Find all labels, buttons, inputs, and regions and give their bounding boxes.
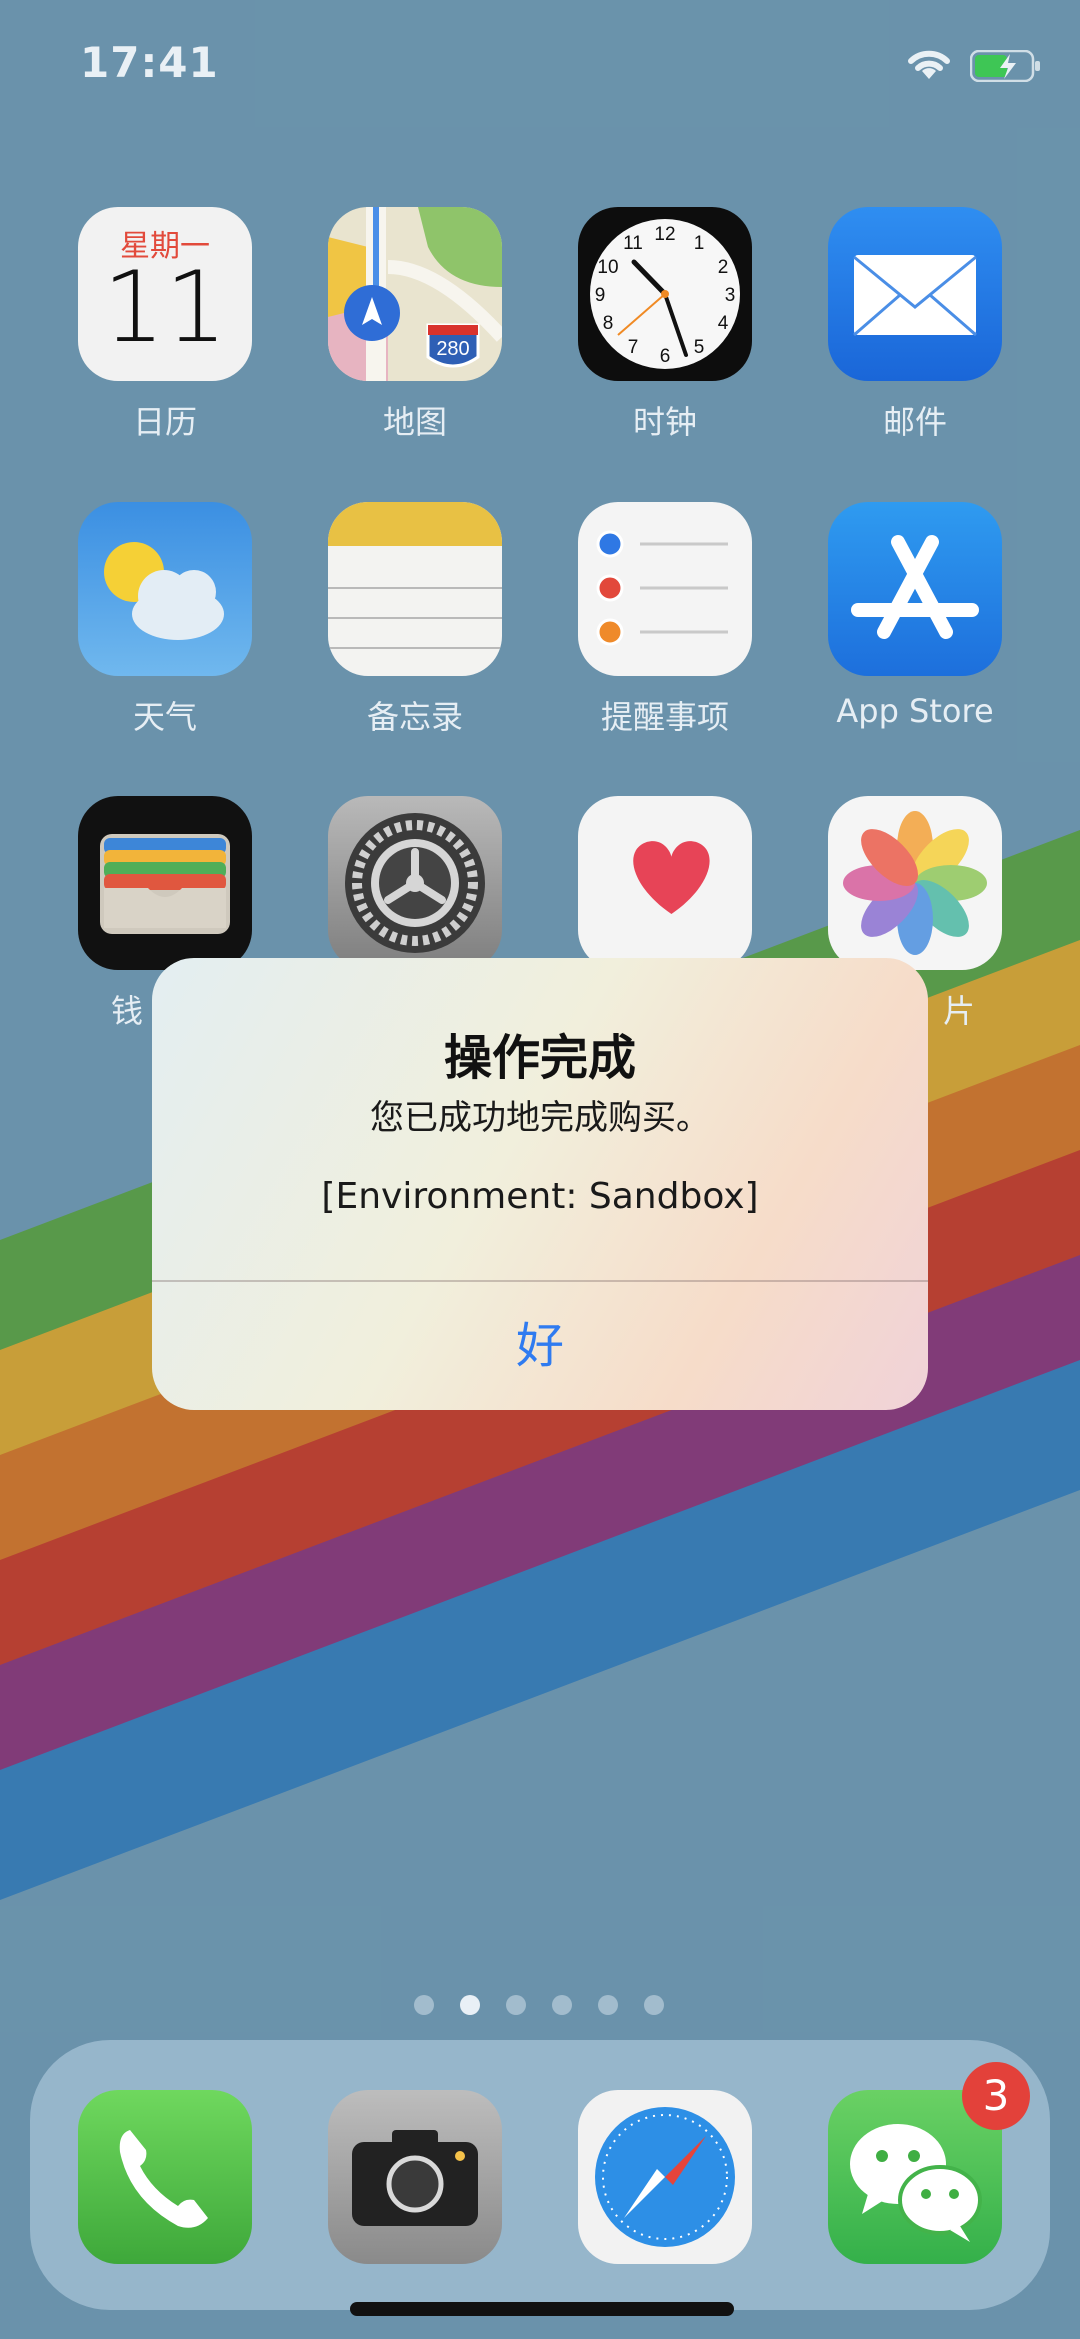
app-label: 备忘录 [366, 698, 463, 736]
svg-text:12: 12 [654, 224, 675, 245]
app-settings[interactable] [328, 796, 502, 970]
app-photos[interactable]: 片 [828, 796, 1002, 1030]
mail-icon [828, 207, 1002, 381]
page-dot [644, 1995, 664, 2015]
wallet-icon [78, 796, 252, 970]
svg-text:11: 11 [623, 233, 643, 254]
status-time: 17:41 [80, 38, 219, 87]
svg-text:3: 3 [725, 285, 736, 306]
svg-text:9: 9 [595, 285, 606, 306]
app-mail[interactable]: 邮件 [828, 207, 1002, 441]
svg-text:8: 8 [603, 313, 614, 334]
alert-title: 操作完成 [443, 1030, 636, 1086]
app-label: 提醒事项 [600, 698, 729, 736]
photos-icon [828, 796, 1002, 970]
phone-icon [119, 2130, 208, 2228]
app-reminders[interactable]: 提醒事项 [578, 502, 752, 736]
app-wallet[interactable]: 钱 [78, 796, 252, 1030]
page-indicator[interactable] [414, 1995, 664, 2015]
app-maps[interactable]: 280 地图 [328, 207, 502, 441]
app-calendar[interactable]: 星期一 11 日历 [78, 207, 252, 441]
svg-text:1: 1 [694, 233, 705, 254]
calendar-icon: 星期一 11 [78, 207, 252, 381]
svg-text:7: 7 [628, 337, 639, 358]
dock-phone[interactable] [78, 2090, 252, 2264]
weather-icon [78, 502, 252, 676]
wifi-icon [908, 50, 950, 79]
maps-icon: 280 [328, 207, 502, 381]
home-indicator[interactable] [350, 2302, 734, 2316]
safari-icon [595, 2107, 735, 2247]
page-dot-active [460, 1995, 480, 2015]
app-weather[interactable]: 天气 [78, 502, 252, 736]
app-label: 邮件 [882, 403, 947, 441]
app-label: 地图 [382, 403, 447, 441]
purchase-alert-dialog: 操作完成 您已成功地完成购买。 [Environment: Sandbox] 好 [152, 958, 928, 1410]
svg-text:10: 10 [597, 257, 618, 278]
page-dot [414, 1995, 434, 2015]
maps-route-sign: 280 [436, 338, 469, 360]
app-app-store[interactable]: App Store [828, 502, 1002, 730]
app-notes[interactable]: 备忘录 [328, 502, 502, 736]
battery-icon [970, 50, 1040, 82]
alert-environment-text: [Environment: Sandbox] [321, 1176, 759, 1217]
camera-icon [352, 2130, 478, 2226]
notes-icon [328, 502, 502, 676]
dock-safari[interactable] [578, 2090, 752, 2264]
page-dot [598, 1995, 618, 2015]
app-label: 日历 [132, 403, 197, 441]
health-icon [578, 796, 752, 970]
calendar-day: 11 [102, 251, 228, 365]
app-store-icon [828, 502, 1002, 676]
alert-message: 您已成功地完成购买。 [370, 1098, 710, 1138]
page-dot [552, 1995, 572, 2015]
app-label: 天气 [132, 698, 197, 736]
app-label: 时钟 [632, 403, 697, 441]
clock-icon: 12 1 2 345 678 9 10 11 [578, 207, 752, 381]
svg-text:5: 5 [694, 337, 705, 358]
status-bar: 17:41 [0, 0, 1080, 130]
reminders-icon [578, 502, 752, 676]
app-health[interactable] [578, 796, 752, 970]
page-dot [506, 1995, 526, 2015]
svg-text:4: 4 [718, 313, 729, 334]
notification-badge: 3 [962, 2062, 1030, 2130]
settings-icon [328, 796, 502, 970]
alert-ok-button[interactable]: 好 [152, 1282, 928, 1410]
svg-text:2: 2 [718, 257, 729, 278]
svg-text:6: 6 [660, 346, 671, 367]
dock-camera[interactable] [328, 2090, 502, 2264]
app-label: App Store [836, 692, 994, 730]
app-clock[interactable]: 12 1 2 345 678 9 10 11 时钟 [578, 207, 752, 441]
